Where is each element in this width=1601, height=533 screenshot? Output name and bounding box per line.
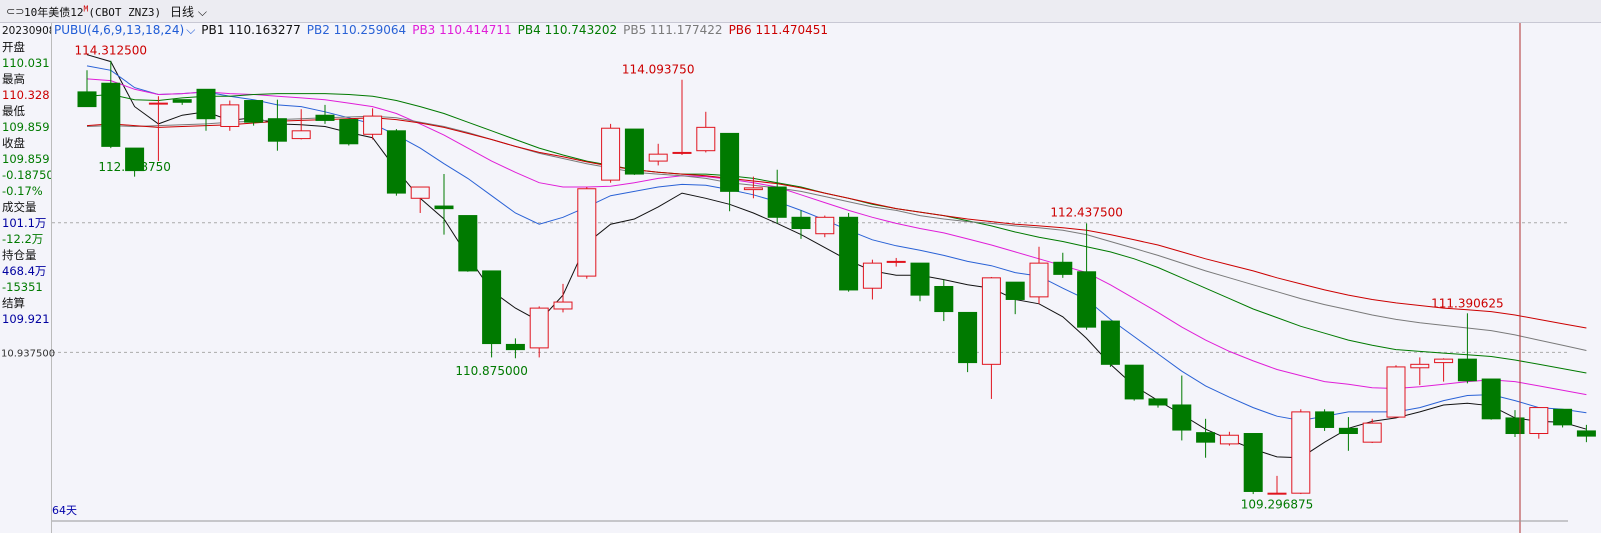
line-pb5: [86, 115, 1587, 351]
candle-down: [839, 216, 859, 291]
price-annotation: 111.390625: [1431, 296, 1504, 310]
candlestick-chart: 10.937500 114.312500 112.968750 114.093750 1…: [1, 23, 1596, 533]
candle-up: [529, 307, 549, 349]
line-pb4: [86, 93, 1587, 374]
candle-up: [148, 102, 168, 105]
candle-up: [862, 262, 882, 289]
candle-down: [1172, 404, 1192, 431]
candle-up: [981, 277, 1001, 365]
candle-down: [1100, 320, 1120, 365]
candle-up: [815, 216, 835, 235]
candle-down: [791, 216, 811, 230]
candle-down: [1576, 430, 1596, 437]
candle-down: [386, 130, 406, 194]
price-annotation: 112.437500: [1050, 206, 1123, 220]
price-annotation: 109.296875: [1241, 497, 1314, 511]
candle-up: [1029, 262, 1049, 298]
price-annotation: 114.093750: [622, 62, 695, 76]
candle-up: [1219, 434, 1239, 445]
candle-down: [1481, 378, 1501, 420]
candle-up: [886, 260, 906, 263]
candle-down: [624, 128, 644, 175]
candle-down: [482, 270, 502, 345]
candle-down: [934, 285, 954, 313]
candle-down: [339, 119, 359, 145]
candle-down: [1505, 417, 1525, 435]
candle-up: [220, 104, 240, 127]
candle-up: [1362, 422, 1382, 443]
price-annotation: 112.968750: [98, 160, 171, 174]
candle-up: [291, 130, 311, 140]
candle-down: [1148, 398, 1168, 406]
candle-up: [696, 126, 716, 152]
line-pb3: [86, 78, 1587, 396]
candle-down: [1196, 432, 1216, 443]
candle-down: [458, 215, 478, 272]
candle-up: [577, 188, 597, 277]
candle-down: [1243, 433, 1263, 492]
price-annotation: 110.875000: [455, 364, 528, 378]
candle-up: [1410, 363, 1430, 369]
candle-down: [910, 262, 930, 296]
candle-down: [1457, 358, 1477, 382]
candle-up: [553, 301, 573, 310]
candle-up: [1434, 358, 1454, 364]
day-count: 64天: [52, 504, 77, 517]
candle-up: [648, 153, 668, 162]
candle-down: [172, 99, 192, 103]
price-annotation: 114.312500: [75, 44, 148, 58]
candle-down: [1338, 427, 1358, 435]
candle-down: [267, 118, 287, 142]
candle-up: [1291, 411, 1311, 494]
candle-up: [1529, 407, 1549, 435]
candle-down: [958, 311, 978, 364]
candle-down: [720, 132, 740, 192]
candle-down: [1077, 271, 1097, 328]
candle-down: [101, 82, 121, 147]
candle-up: [672, 151, 692, 154]
candle-up: [410, 186, 430, 199]
candle-up: [601, 127, 621, 181]
candle-up: [1386, 366, 1406, 418]
candle-down: [767, 186, 787, 218]
candle-up: [1267, 492, 1287, 495]
candle-down: [1124, 364, 1144, 400]
candle-up: [363, 115, 383, 135]
candle-down: [505, 343, 525, 351]
line-pb1: [86, 54, 1587, 459]
line-pb2: [86, 65, 1587, 422]
candle-down: [315, 114, 335, 121]
candle-down: [77, 91, 97, 108]
candle-down: [1053, 261, 1073, 275]
price-axis-label: 10.937500: [1, 348, 55, 359]
candle-up: [743, 187, 763, 191]
candle-down: [1005, 281, 1025, 300]
candle-down: [1315, 411, 1335, 428]
candle-down: [196, 88, 216, 120]
candle-down: [434, 205, 454, 210]
candle-down: [1553, 408, 1573, 426]
candle-down: [244, 100, 264, 123]
